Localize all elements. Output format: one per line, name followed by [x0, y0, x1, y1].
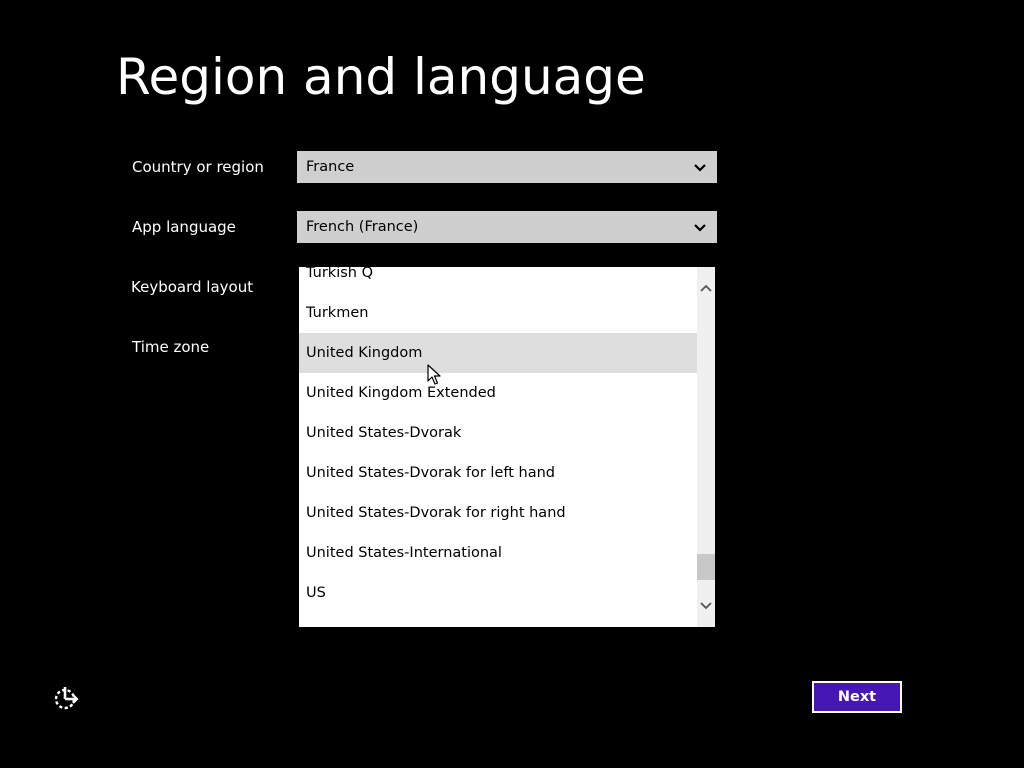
- list-item-united-kingdom-extended[interactable]: United Kingdom Extended: [299, 373, 697, 413]
- country-label: Country or region: [132, 158, 264, 176]
- list-item-us-dvorak-right[interactable]: United States-Dvorak for right hand: [299, 493, 697, 533]
- ease-of-access-icon[interactable]: [52, 684, 80, 712]
- time-zone-label: Time zone: [132, 338, 210, 356]
- list-item-united-kingdom[interactable]: United Kingdom: [299, 333, 715, 373]
- chevron-up-icon[interactable]: [699, 281, 713, 295]
- list-item-us-dvorak-left[interactable]: United States-Dvorak for left hand: [299, 453, 697, 493]
- scrollbar-thumb[interactable]: [697, 554, 715, 580]
- list-item-us-dvorak[interactable]: United States-Dvorak: [299, 413, 697, 453]
- country-value: France: [306, 159, 355, 175]
- list-item-us-international[interactable]: United States-International: [299, 533, 697, 573]
- keyboard-layout-listbox[interactable]: Turkish Q Turkmen United Kingdom United …: [299, 267, 715, 627]
- app-language-value: French (France): [306, 219, 419, 235]
- list-scrollbar[interactable]: [697, 267, 715, 627]
- chevron-down-icon: [694, 164, 706, 172]
- list-item-turkish-q[interactable]: Turkish Q: [299, 267, 697, 293]
- mouse-pointer-icon: [427, 364, 441, 385]
- country-select[interactable]: France: [297, 151, 717, 183]
- keyboard-layout-label: Keyboard layout: [131, 278, 254, 296]
- chevron-down-icon[interactable]: [699, 599, 713, 613]
- app-language-select[interactable]: French (France): [297, 211, 717, 243]
- list-item-turkmen[interactable]: Turkmen: [299, 293, 697, 333]
- next-button[interactable]: Next: [812, 681, 902, 713]
- setup-page: Region and language Country or region Fr…: [0, 0, 1024, 768]
- page-title: Region and language: [116, 48, 646, 106]
- list-item-us[interactable]: US: [299, 573, 697, 613]
- chevron-down-icon: [694, 224, 706, 232]
- app-language-label: App language: [132, 218, 236, 236]
